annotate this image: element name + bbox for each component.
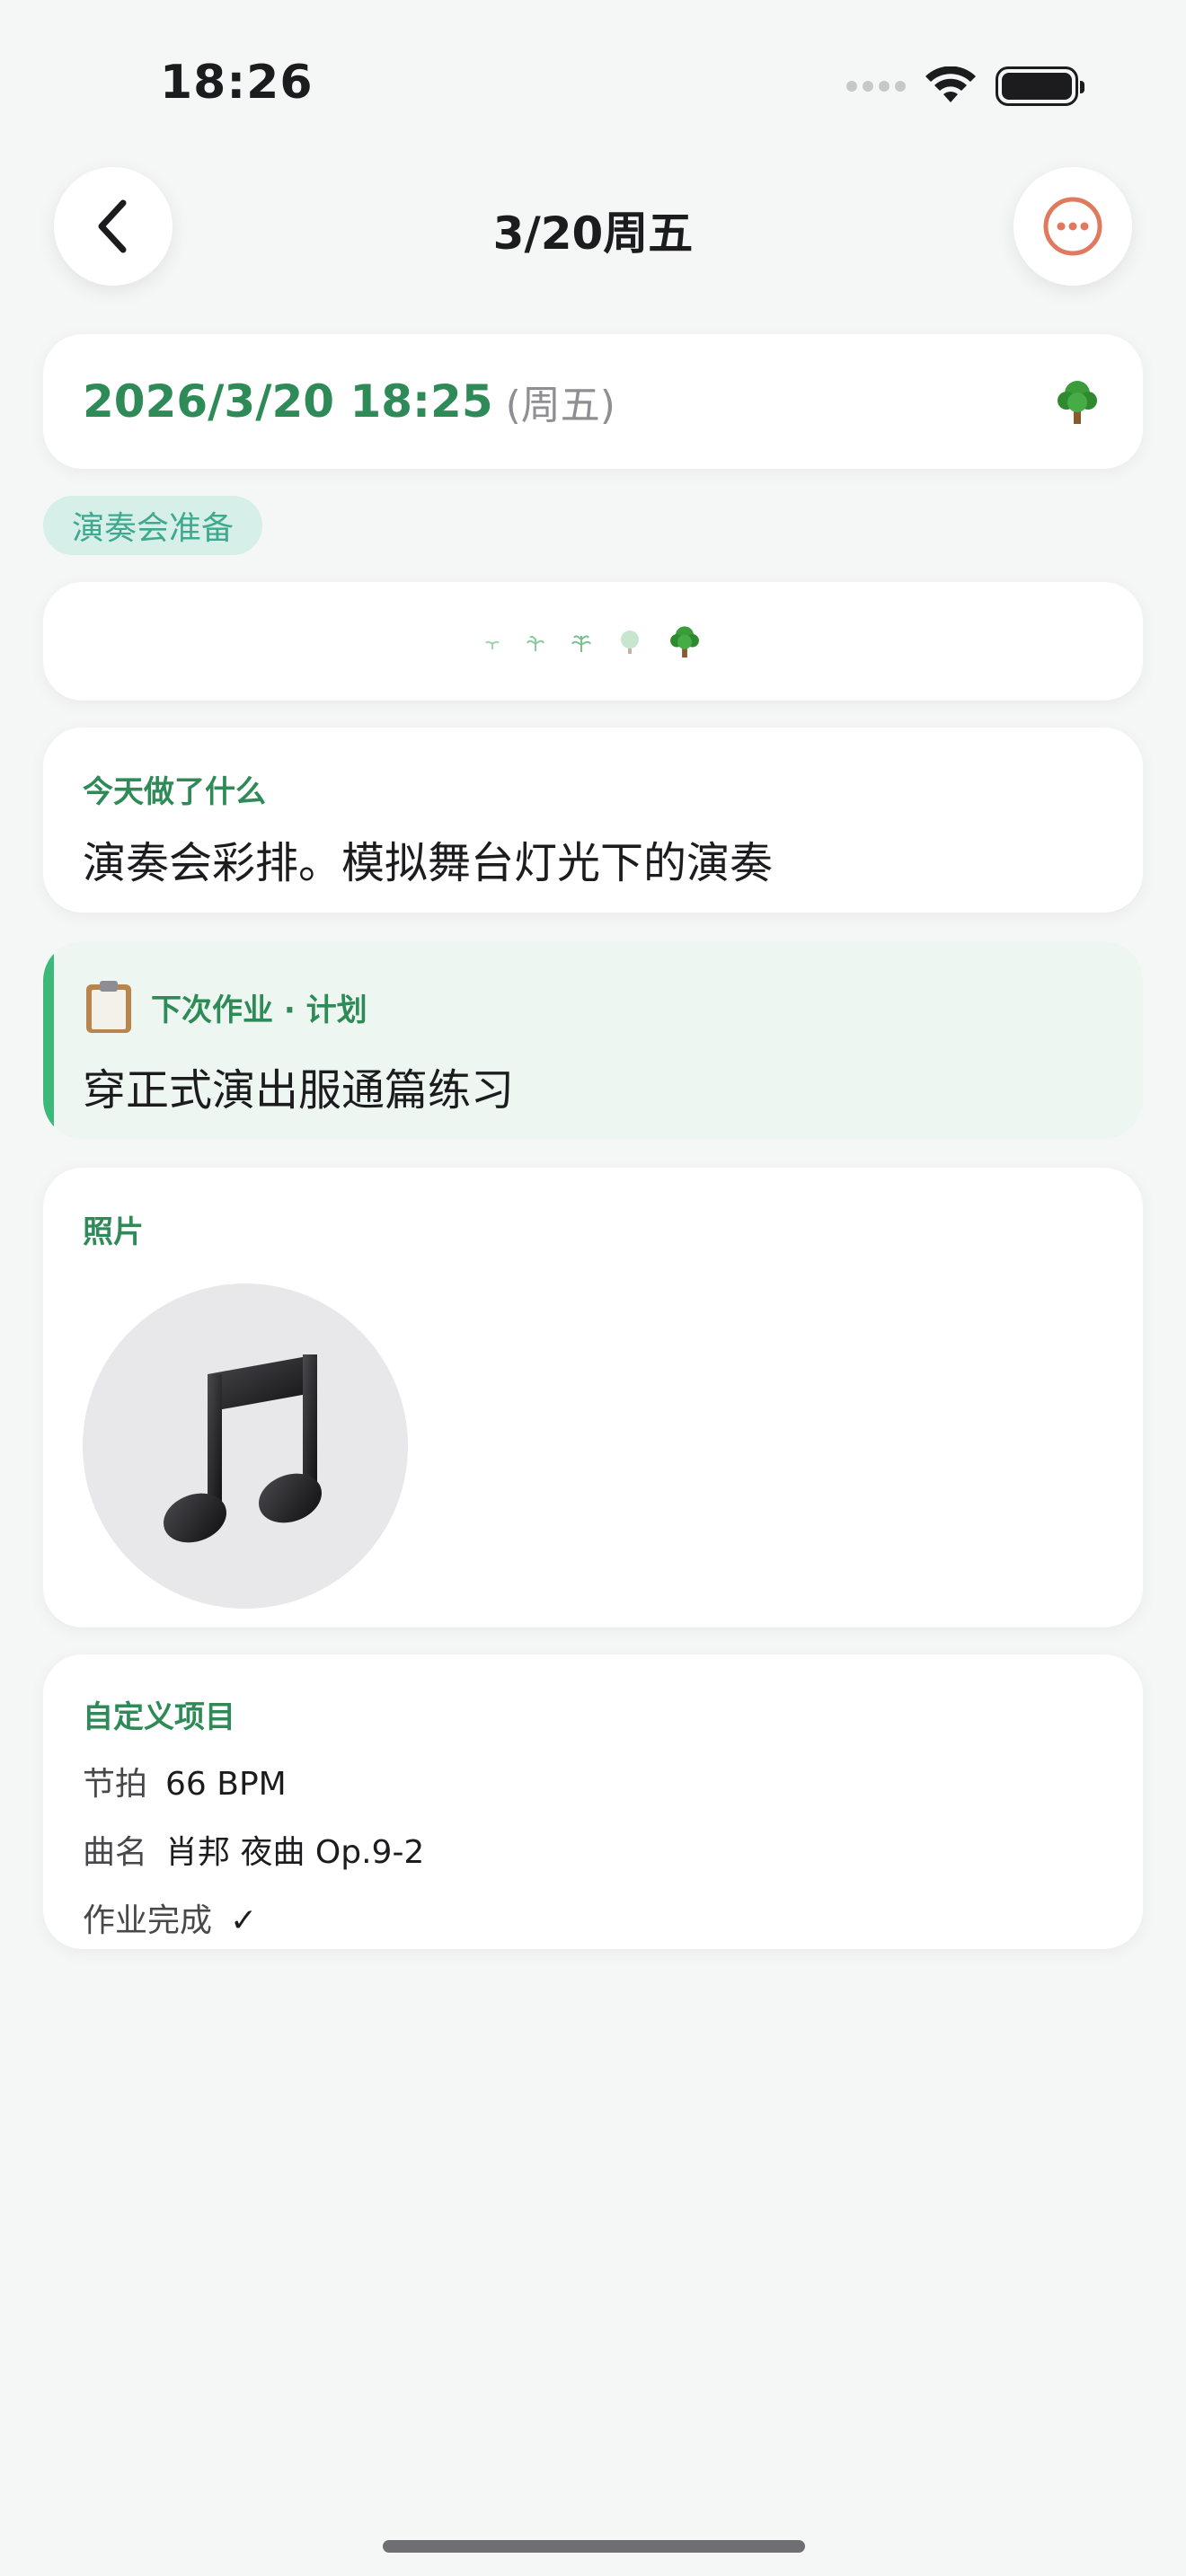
- custom-item-value: 肖邦 夜曲 Op.9-2: [165, 1834, 425, 1871]
- entry-weekday: (周五): [505, 383, 615, 428]
- home-indicator[interactable]: [383, 2540, 805, 2553]
- plan-card[interactable]: 下次作业 · 计划 穿正式演出服通篇练习: [43, 941, 1143, 1139]
- wifi-icon: [925, 66, 976, 102]
- tree-icon: [1058, 381, 1097, 424]
- custom-item-key: 作业完成: [83, 1902, 213, 1939]
- entry-date: 2026/3/20 18:25: [83, 375, 493, 428]
- plan-title: 下次作业 · 计划: [151, 992, 367, 1028]
- page-title: 3/20周五: [492, 207, 694, 260]
- music-note-icon: [164, 1354, 322, 1543]
- plan-text: 穿正式演出服通篇练习: [83, 1065, 515, 1116]
- more-button[interactable]: [1013, 167, 1132, 286]
- custom-item-homework: 作业完成 ✓: [83, 1894, 1103, 1941]
- custom-item-key: 节拍: [83, 1766, 148, 1803]
- custom-items-card[interactable]: 自定义项目 节拍 66 BPM 曲名 肖邦 夜曲 Op.9-2 作业完成 ✓: [43, 1654, 1143, 1949]
- clipboard-icon: [86, 981, 131, 1033]
- photos-title: 照片: [83, 1214, 144, 1250]
- custom-title: 自定义项目: [83, 1699, 235, 1735]
- tree-icon: [670, 626, 699, 658]
- custom-item-value: ✓: [230, 1902, 258, 1939]
- today-title: 今天做了什么: [83, 774, 266, 810]
- cellular-signal-icon: [846, 81, 906, 92]
- today-card[interactable]: 今天做了什么 演奏会彩排。模拟舞台灯光下的演奏: [43, 728, 1143, 913]
- custom-item-song: 曲名 肖邦 夜曲 Op.9-2: [83, 1826, 1103, 1873]
- sprout-stage-3-icon: [571, 635, 591, 652]
- ellipsis-circle-icon: [1043, 197, 1102, 256]
- growth-stages: [43, 582, 1143, 701]
- custom-item-value: 66 BPM: [165, 1766, 287, 1803]
- date-card[interactable]: 2026/3/20 18:25 (周五): [43, 334, 1143, 469]
- photos-card: 照片: [43, 1168, 1143, 1628]
- status-icons: [846, 61, 1084, 111]
- custom-item-key: 曲名: [83, 1834, 148, 1871]
- photo-thumbnail[interactable]: [83, 1284, 408, 1609]
- screen: 18:26 3/20周五 2026/3/20 18:25 (周五) 演奏会准备 …: [0, 0, 1186, 2576]
- today-text: 演奏会彩排。模拟舞台灯光下的演奏: [83, 838, 774, 888]
- plan-accent-bar: [43, 941, 54, 1139]
- sprout-stage-1-icon: [485, 640, 500, 649]
- battery-icon: [996, 66, 1084, 106]
- sprout-stage-2-icon: [527, 635, 544, 651]
- category-tag[interactable]: 演奏会准备: [43, 496, 263, 555]
- sapling-icon: [621, 631, 639, 654]
- custom-item-tempo: 节拍 66 BPM: [83, 1758, 1103, 1804]
- status-time: 18:26: [160, 56, 314, 110]
